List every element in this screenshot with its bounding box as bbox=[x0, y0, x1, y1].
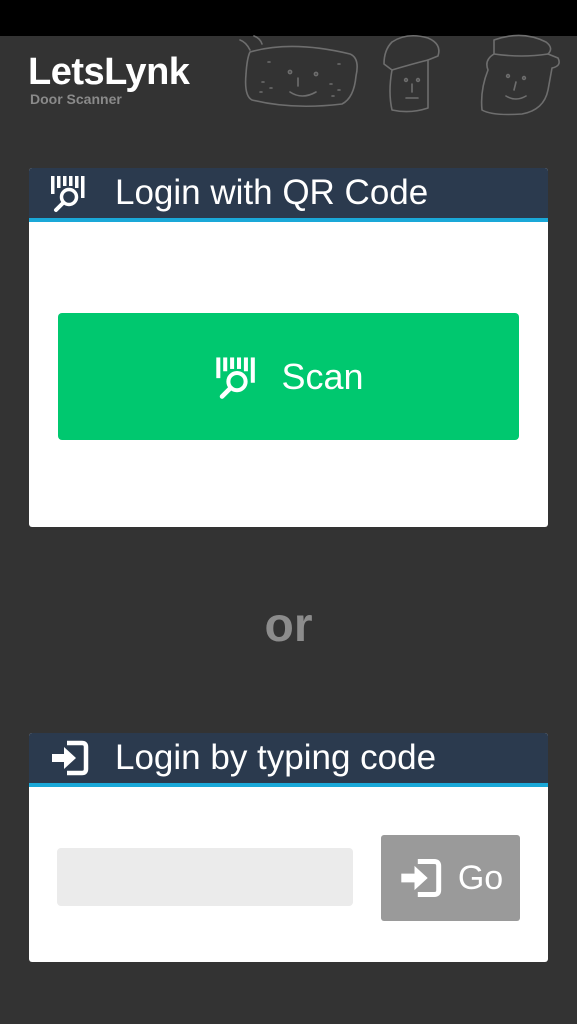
barcode-scan-icon bbox=[213, 353, 261, 401]
app-logo: LetsLynk Door Scanner bbox=[28, 51, 190, 107]
cartoon-faces-illustration bbox=[239, 34, 560, 116]
code-input[interactable] bbox=[57, 848, 353, 906]
login-arrow-icon bbox=[49, 738, 89, 778]
code-login-card: Login by typing code Go bbox=[29, 733, 548, 962]
login-arrow-icon bbox=[398, 856, 442, 900]
code-card-header: Login by typing code bbox=[29, 733, 548, 787]
app-logo-title: LetsLynk bbox=[28, 51, 190, 93]
scan-button-label: Scan bbox=[281, 355, 364, 397]
scan-button[interactable]: Scan bbox=[58, 313, 519, 440]
or-separator: or bbox=[264, 599, 313, 652]
qr-card-header: Login with QR Code bbox=[29, 168, 548, 222]
qr-login-card: Login with QR Code Scan bbox=[29, 168, 548, 527]
app-logo-subtitle: Door Scanner bbox=[30, 91, 122, 107]
qr-card-title: Login with QR Code bbox=[115, 173, 429, 212]
go-button-label: Go bbox=[457, 858, 504, 897]
go-button[interactable]: Go bbox=[381, 835, 520, 921]
code-card-title: Login by typing code bbox=[115, 738, 437, 777]
barcode-scan-icon bbox=[49, 173, 89, 213]
